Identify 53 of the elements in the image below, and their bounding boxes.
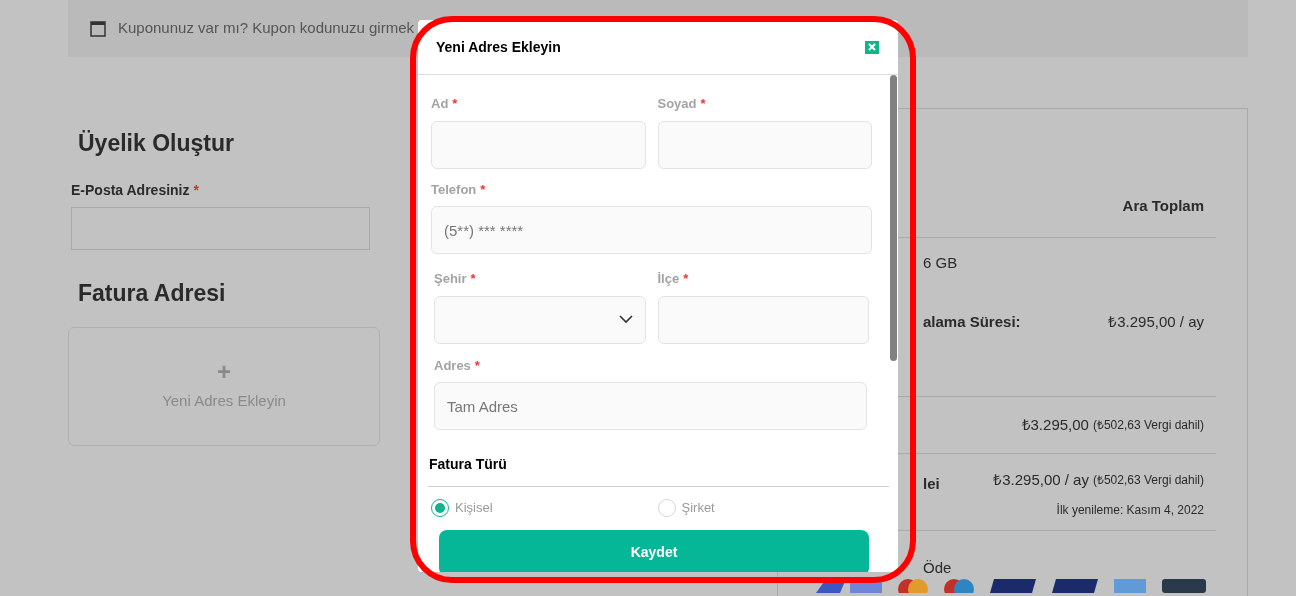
add-address-card[interactable]: + Yeni Adres Ekleyin [68,327,380,446]
section-heading: Fatura Adresi [78,278,227,308]
select-field[interactable] [434,295,646,344]
row-value: ₺3.295,00 / ay [993,470,1089,490]
plus-icon: + [217,360,231,385]
chevron-down-icon [618,315,633,324]
field-label: İlçe [657,270,680,288]
required-mark: * [452,95,458,113]
input-field[interactable] [431,120,646,169]
input-field[interactable]: (5**) *** **** [431,206,872,254]
payment-logo-icon [1162,579,1206,593]
row-label: lei [923,474,940,494]
required-mark: * [480,180,486,199]
required-mark: * [700,95,706,113]
payment-logo-icon [898,579,928,593]
field-label: E-Posta Adresiniz [71,180,190,200]
modal-title: Yeni Adres Ekleyin [436,37,561,57]
tax-note: (₺502,63 Vergi dahil) [1092,472,1204,490]
column-header: Ara Toplam [1122,195,1204,216]
input-field[interactable]: Tam Adres [434,382,867,430]
save-button[interactable]: Kaydet [439,529,869,572]
close-icon [868,43,876,51]
required-mark: * [474,356,480,375]
field-label: Telefon [431,180,477,199]
payment-logo-icon [1052,579,1098,593]
required-mark: * [683,270,689,288]
radio-label: Kişisel [455,499,493,517]
field-label: Ad [431,95,449,113]
window-icon [90,20,106,37]
input-field[interactable] [657,120,872,169]
field-label: Şehir [434,270,467,288]
close-button[interactable] [865,40,879,54]
section-heading: Fatura Türü [429,455,507,474]
coupon-notice: Kuponunuz var mı? Kupon kodunuzu girmek [118,18,414,39]
required-mark: * [193,180,199,200]
tax-note: (₺502,63 Vergi dahil) [1092,417,1204,434]
field-label: Soyad [657,95,697,113]
payment-logo-icon [1114,579,1146,593]
row-value: ₺3.295,00 [1021,414,1089,435]
row-label: alama Süresi: [923,311,1021,332]
email-field[interactable] [71,206,370,250]
product-name: 6 GB [923,253,959,273]
section-heading: Üyelik Oluştur [78,129,235,158]
required-mark: * [470,270,476,288]
radio-label: Şirket [681,499,715,517]
payment-logo-icon [944,579,974,593]
payment-logo-icon [990,579,1036,593]
add-address-label: Yeni Adres Ekleyin [162,391,286,412]
renewal-date: İlk yenileme: Kasım 4, 2022 [1056,501,1204,519]
input-field[interactable] [657,295,869,344]
row-value: ₺3.295,00 / ay [1108,311,1204,332]
payment-label: Öde [923,559,952,576]
field-label: Adres [434,356,471,375]
